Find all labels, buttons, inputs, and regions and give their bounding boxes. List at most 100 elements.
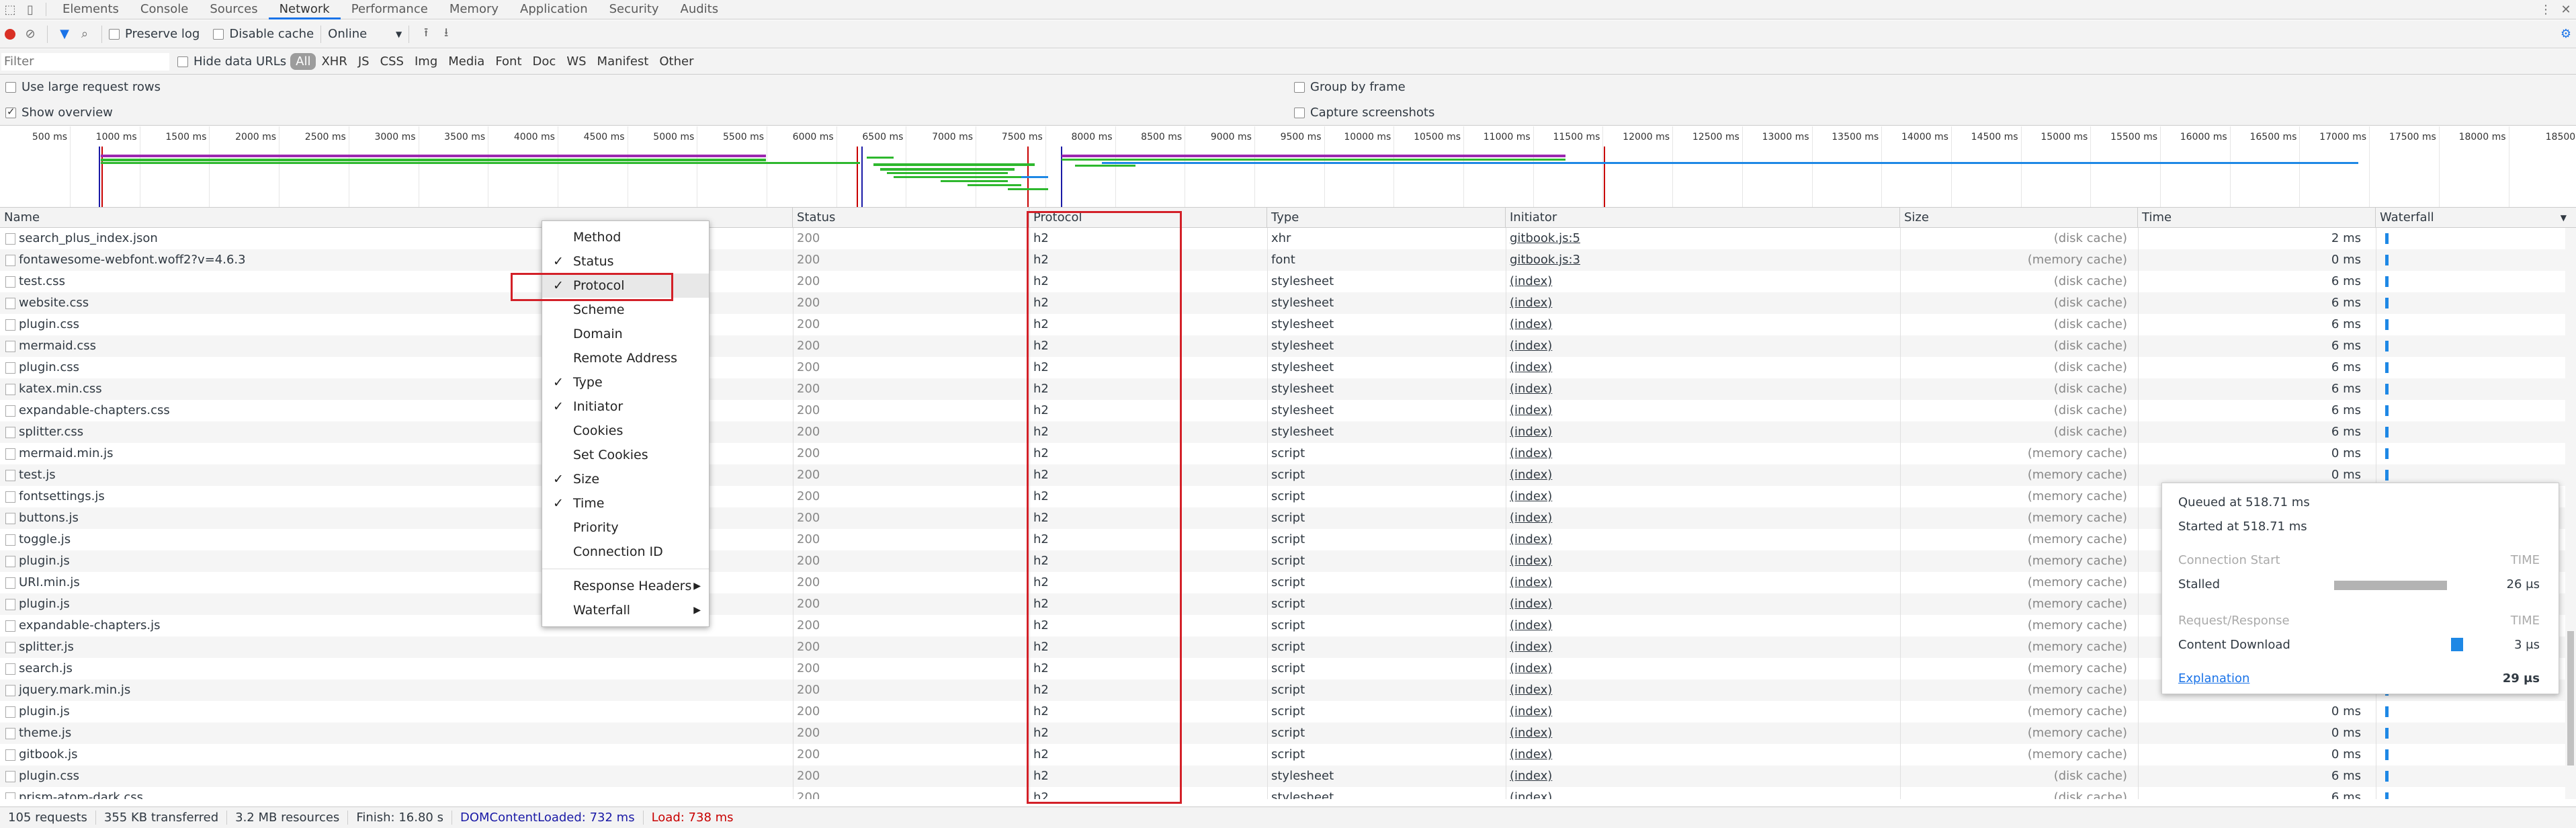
large-rows-checkbox[interactable]: Use large request rows bbox=[5, 80, 161, 94]
more-menu-icon[interactable]: ⋮ bbox=[2536, 0, 2556, 19]
table-row[interactable]: gitbook.js 200 h2 script (index) (memory cach… bbox=[0, 744, 2576, 765]
cell-initiator[interactable]: (index) bbox=[1506, 507, 1899, 529]
cell-initiator[interactable]: (index) bbox=[1506, 722, 1899, 744]
cell-initiator[interactable]: (index) bbox=[1506, 400, 1899, 421]
cell-initiator[interactable]: (index) bbox=[1506, 357, 1899, 378]
menu-item-scheme[interactable]: Scheme bbox=[542, 298, 709, 322]
menu-item-waterfall[interactable]: Waterfall ▶ bbox=[542, 598, 709, 622]
checkbox[interactable] bbox=[1294, 81, 1305, 93]
table-row[interactable]: plugin.css 200 h2 stylesheet (index) (disk ca… bbox=[0, 765, 2576, 787]
menu-item-type[interactable]: ✓ Type bbox=[542, 370, 709, 395]
checkbox[interactable] bbox=[177, 56, 188, 67]
tab-performance[interactable]: Performance bbox=[341, 0, 439, 19]
filter-type-other[interactable]: Other bbox=[654, 53, 699, 70]
table-row[interactable]: mermaid.css 200 h2 stylesheet (index) (disk c… bbox=[0, 335, 2576, 357]
menu-item-domain[interactable]: Domain bbox=[542, 322, 709, 346]
col-header-time[interactable]: Time bbox=[2138, 208, 2376, 228]
col-header-size[interactable]: Size bbox=[1900, 208, 2138, 228]
menu-item-status[interactable]: ✓ Status bbox=[542, 249, 709, 274]
table-row[interactable]: prism-atom-dark.css 200 h2 stylesheet (index… bbox=[0, 787, 2576, 799]
table-row[interactable]: mermaid.min.js 200 h2 script (index) (memory … bbox=[0, 443, 2576, 464]
filter-type-media[interactable]: Media bbox=[443, 53, 490, 70]
tab-audits[interactable]: Audits bbox=[670, 0, 730, 19]
menu-item-response-headers[interactable]: Response Headers ▶ bbox=[542, 574, 709, 598]
table-row[interactable]: fontawesome-webfont.woff2?v=4.6.3 200 h2 fo… bbox=[0, 249, 2576, 271]
table-row[interactable]: plugin.css 200 h2 stylesheet (index) (disk ca… bbox=[0, 314, 2576, 335]
table-row[interactable]: plugin.js 200 h2 script (index) (memory cache… bbox=[0, 701, 2576, 722]
checkbox[interactable] bbox=[5, 106, 16, 118]
menu-item-size[interactable]: ✓ Size bbox=[542, 467, 709, 491]
preserve-log-checkbox[interactable]: Preserve log bbox=[109, 27, 200, 41]
table-row[interactable]: plugin.css 200 h2 stylesheet (index) (disk ca… bbox=[0, 357, 2576, 378]
cell-initiator[interactable]: (index) bbox=[1506, 464, 1899, 486]
scrollbar[interactable] bbox=[2565, 228, 2576, 799]
cell-initiator[interactable]: (index) bbox=[1506, 765, 1899, 787]
table-row[interactable]: splitter.css 200 h2 stylesheet (index) (disk … bbox=[0, 421, 2576, 443]
clear-icon[interactable]: ⊘ bbox=[20, 24, 40, 44]
tab-sources[interactable]: Sources bbox=[199, 0, 268, 19]
cell-initiator[interactable]: (index) bbox=[1506, 378, 1899, 400]
cell-initiator[interactable]: (index) bbox=[1506, 593, 1899, 615]
cell-initiator[interactable]: (index) bbox=[1506, 701, 1899, 722]
cell-initiator[interactable]: (index) bbox=[1506, 292, 1899, 314]
cell-initiator[interactable]: (index) bbox=[1506, 615, 1899, 636]
filter-type-img[interactable]: Img bbox=[409, 53, 443, 70]
col-header-type[interactable]: Type bbox=[1267, 208, 1506, 228]
table-row[interactable]: theme.js 200 h2 script (index) (memory cache)… bbox=[0, 722, 2576, 744]
settings-gear-icon[interactable]: ⚙ bbox=[2556, 24, 2576, 44]
tab-memory[interactable]: Memory bbox=[439, 0, 509, 19]
device-toolbar-icon[interactable]: ▯ bbox=[20, 0, 40, 19]
table-row[interactable]: test.css 200 h2 stylesheet (index) (disk cach… bbox=[0, 271, 2576, 292]
filter-type-all[interactable]: All bbox=[290, 53, 316, 70]
inspect-icon[interactable]: ⬚ bbox=[0, 0, 20, 19]
menu-item-priority[interactable]: Priority bbox=[542, 515, 709, 540]
cell-initiator[interactable]: (index) bbox=[1506, 421, 1899, 443]
table-row[interactable]: katex.min.css 200 h2 stylesheet (index) (disk… bbox=[0, 378, 2576, 400]
table-row[interactable]: search_plus_index.json 200 h2 xhr gitbook.js… bbox=[0, 228, 2576, 249]
cell-initiator[interactable]: gitbook.js:5 bbox=[1506, 228, 1899, 249]
cell-initiator[interactable]: (index) bbox=[1506, 636, 1899, 658]
hide-data-urls-checkbox[interactable]: Hide data URLs bbox=[177, 54, 286, 69]
disable-cache-checkbox[interactable]: Disable cache bbox=[213, 27, 314, 41]
filter-icon[interactable]: ▼ bbox=[54, 24, 75, 44]
explanation-link[interactable]: Explanation bbox=[2178, 671, 2249, 686]
cell-initiator[interactable]: (index) bbox=[1506, 271, 1899, 292]
record-icon[interactable] bbox=[0, 24, 20, 44]
cell-initiator[interactable]: (index) bbox=[1506, 744, 1899, 765]
cell-initiator[interactable]: (index) bbox=[1506, 679, 1899, 701]
cell-initiator[interactable]: (index) bbox=[1506, 658, 1899, 679]
cell-initiator[interactable]: (index) bbox=[1506, 314, 1899, 335]
col-header-initiator[interactable]: Initiator bbox=[1506, 208, 1900, 228]
filter-type-doc[interactable]: Doc bbox=[527, 53, 562, 70]
cell-initiator[interactable]: (index) bbox=[1506, 572, 1899, 593]
tab-security[interactable]: Security bbox=[599, 0, 670, 19]
filter-input[interactable] bbox=[1, 52, 169, 71]
menu-item-initiator[interactable]: ✓ Initiator bbox=[542, 395, 709, 419]
export-har-icon[interactable]: ⭳ bbox=[436, 24, 456, 44]
scrollbar-thumb[interactable] bbox=[2567, 631, 2574, 765]
menu-item-set-cookies[interactable]: Set Cookies bbox=[542, 443, 709, 467]
filter-type-manifest[interactable]: Manifest bbox=[592, 53, 654, 70]
throttle-select[interactable]: Online ▼ bbox=[328, 27, 402, 41]
menu-item-cookies[interactable]: Cookies bbox=[542, 419, 709, 443]
col-header-status[interactable]: Status bbox=[793, 208, 1029, 228]
menu-item-method[interactable]: Method bbox=[542, 225, 709, 249]
tab-elements[interactable]: Elements bbox=[52, 0, 130, 19]
cell-initiator[interactable]: gitbook.js:3 bbox=[1506, 249, 1899, 271]
cell-initiator[interactable]: (index) bbox=[1506, 486, 1899, 507]
tab-network[interactable]: Network bbox=[268, 0, 341, 19]
overview-timeline[interactable]: 500 ms 1000 ms 1500 ms 2000 ms 2500 ms 3000 m… bbox=[0, 126, 2576, 208]
menu-item-remote-address[interactable]: Remote Address bbox=[542, 346, 709, 370]
cell-initiator[interactable]: (index) bbox=[1506, 335, 1899, 357]
checkbox[interactable] bbox=[1294, 107, 1305, 118]
menu-item-time[interactable]: ✓ Time bbox=[542, 491, 709, 515]
table-row[interactable]: expandable-chapters.css 200 h2 stylesheet (i… bbox=[0, 400, 2576, 421]
checkbox[interactable] bbox=[5, 81, 16, 93]
col-header-waterfall[interactable]: Waterfall ▼ bbox=[2376, 208, 2576, 228]
cell-initiator[interactable]: (index) bbox=[1506, 443, 1899, 464]
import-har-icon[interactable]: ⭱ bbox=[416, 24, 436, 44]
cell-initiator[interactable]: (index) bbox=[1506, 787, 1899, 799]
checkbox[interactable] bbox=[213, 28, 224, 40]
group-by-frame-checkbox[interactable]: Group by frame bbox=[1294, 80, 1406, 94]
close-icon[interactable]: ✕ bbox=[2556, 0, 2576, 19]
